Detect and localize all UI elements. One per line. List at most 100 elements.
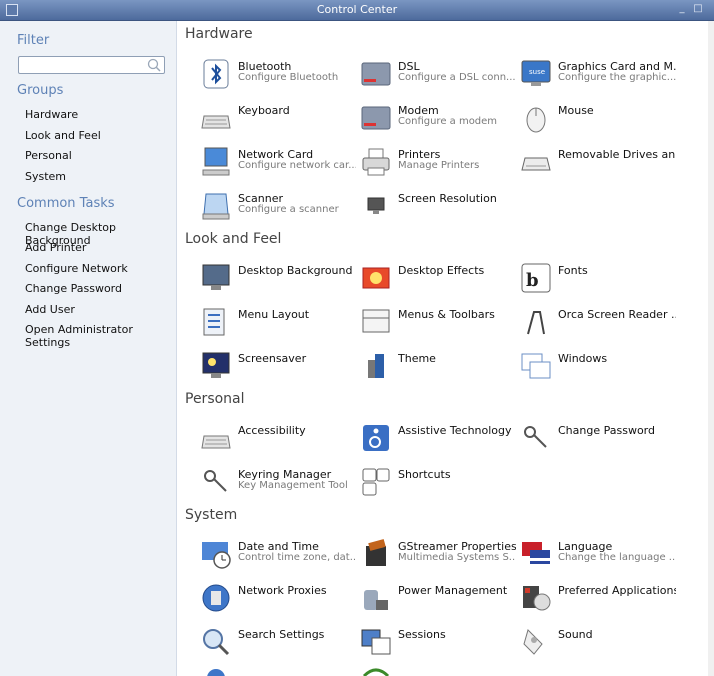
- item-mouse[interactable]: Mouse: [520, 102, 675, 138]
- desktop-background-label: Desktop Background: [238, 264, 353, 277]
- theme-icon: [368, 354, 384, 378]
- mouse-icon: [526, 107, 546, 133]
- filter-input[interactable]: [22, 61, 146, 78]
- item-dsl[interactable]: DSL Configure a DSL conn...: [360, 58, 516, 94]
- menus-toolbars-icon: [362, 309, 390, 333]
- group-hardware[interactable]: Hardware: [25, 108, 78, 121]
- date-time-desc: Control time zone, dat...: [238, 552, 356, 563]
- common-tasks-heading: Common Tasks: [17, 196, 115, 211]
- power-label: Power Management: [398, 584, 508, 597]
- preferred-apps-label: Preferred Applications: [558, 584, 676, 597]
- item-network-proxies[interactable]: Network Proxies: [200, 582, 355, 618]
- removable-label: Removable Drives an...: [558, 148, 676, 161]
- item-desktop-background[interactable]: Desktop Background: [200, 262, 355, 298]
- sessions-label: Sessions: [398, 628, 446, 641]
- minimize-button[interactable]: _: [676, 2, 688, 16]
- task-change-password[interactable]: Change Password: [25, 282, 122, 295]
- main-panel: Hardware Bluetooth Configure Bluetooth D…: [177, 21, 714, 676]
- item-sessions[interactable]: Sessions: [360, 626, 515, 662]
- dsl-modem-icon: [361, 62, 391, 86]
- clock-icon: [202, 542, 231, 569]
- item-preferred-applications[interactable]: Preferred Applications: [520, 582, 676, 618]
- window-titlebar: Control Center _ □: [0, 0, 714, 21]
- desktop-effects-label: Desktop Effects: [398, 264, 485, 277]
- item-menus-toolbars[interactable]: Menus & Toolbars: [360, 306, 515, 342]
- keyring-icon: [204, 470, 227, 492]
- item-search-settings[interactable]: Search Settings: [200, 626, 355, 662]
- search-settings-label: Search Settings: [238, 628, 325, 641]
- item-graphics-card[interactable]: suse Graphics Card and M... Configure th…: [520, 58, 676, 94]
- printers-desc: Manage Printers: [398, 160, 480, 171]
- item-date-and-time[interactable]: Date and Time Control time zone, dat...: [200, 538, 356, 574]
- item-screen-resolution[interactable]: Screen Resolution: [360, 190, 515, 226]
- task-add-printer[interactable]: Add Printer: [25, 241, 86, 254]
- scanner-desc: Configure a scanner: [238, 204, 339, 215]
- magnifier-icon: [203, 629, 230, 656]
- item-bluetooth[interactable]: Bluetooth Configure Bluetooth: [200, 58, 355, 94]
- item-fonts[interactable]: b Fonts: [520, 262, 675, 298]
- partial-user-icon: [207, 669, 225, 676]
- assistive-label: Assistive Technology ...: [398, 424, 516, 437]
- item-desktop-effects[interactable]: Desktop Effects: [360, 262, 515, 298]
- item-sound[interactable]: Sound: [520, 626, 675, 662]
- item-theme[interactable]: Theme: [360, 350, 515, 386]
- mouse-label: Mouse: [558, 104, 594, 117]
- shortcuts-icon: [362, 468, 390, 496]
- groups-heading: Groups: [17, 83, 64, 98]
- fonts-icon: b: [521, 263, 551, 293]
- group-personal[interactable]: Personal: [25, 149, 72, 162]
- group-look-and-feel[interactable]: Look and Feel: [25, 129, 101, 142]
- item-language[interactable]: Language Change the language ...: [520, 538, 676, 574]
- svg-text:b: b: [526, 270, 539, 291]
- item-keyring-manager[interactable]: Keyring Manager Key Management Tool: [200, 466, 355, 502]
- language-desc: Change the language ...: [558, 552, 676, 563]
- section-system: System: [185, 507, 238, 523]
- item-gstreamer[interactable]: GStreamer Properties Multimedia Systems …: [360, 538, 516, 574]
- item-menu-layout[interactable]: Menu Layout: [200, 306, 355, 342]
- item-modem[interactable]: Modem Configure a modem: [360, 102, 515, 138]
- change-password-label: Change Password: [558, 424, 655, 437]
- item-printers[interactable]: Printers Manage Printers: [360, 146, 515, 182]
- keyboard-label: Keyboard: [238, 104, 290, 117]
- shortcuts-label: Shortcuts: [398, 468, 451, 481]
- item-scanner[interactable]: Scanner Configure a scanner: [200, 190, 355, 226]
- item-screensaver[interactable]: Screensaver: [200, 350, 355, 386]
- scrollbar[interactable]: [708, 21, 714, 676]
- bluetooth-icon: [203, 59, 229, 89]
- theme-label: Theme: [398, 352, 436, 365]
- menu-layout-label: Menu Layout: [238, 308, 310, 321]
- section-personal: Personal: [185, 391, 245, 407]
- item-keyboard[interactable]: Keyboard: [200, 102, 355, 138]
- orca-label: Orca Screen Reader ...: [558, 308, 676, 321]
- keyring-desc: Key Management Tool: [238, 480, 348, 491]
- accessibility-label: Accessibility: [238, 424, 306, 437]
- item-windows[interactable]: Windows: [520, 350, 675, 386]
- task-open-admin-settings[interactable]: Open Administrator Settings: [25, 323, 176, 349]
- monitor-icon: suse: [521, 60, 551, 86]
- task-configure-network[interactable]: Configure Network: [25, 262, 128, 275]
- menus-toolbars-label: Menus & Toolbars: [398, 308, 495, 321]
- item-power-management[interactable]: Power Management: [360, 582, 515, 618]
- item-shortcuts[interactable]: Shortcuts: [360, 466, 515, 502]
- menu-layout-icon: [203, 308, 225, 336]
- sound-label: Sound: [558, 628, 593, 641]
- item-network-card[interactable]: Network Card Configure network car...: [200, 146, 356, 182]
- task-add-user[interactable]: Add User: [25, 303, 75, 316]
- group-system[interactable]: System: [25, 170, 66, 183]
- bluetooth-desc: Configure Bluetooth: [238, 72, 339, 83]
- keyboard-icon: [201, 115, 231, 129]
- item-removable-drives[interactable]: Removable Drives an...: [520, 146, 676, 182]
- orca-screen-reader-icon: [527, 311, 545, 335]
- filter-field[interactable]: [18, 56, 165, 78]
- printer-icon: [362, 148, 390, 176]
- search-icon[interactable]: [147, 58, 161, 72]
- item-change-password[interactable]: Change Password: [520, 422, 675, 458]
- item-orca[interactable]: Orca Screen Reader ...: [520, 306, 676, 342]
- item-accessibility[interactable]: Accessibility: [200, 422, 355, 458]
- screensaver-label: Screensaver: [238, 352, 307, 365]
- item-assistive-technology[interactable]: Assistive Technology ...: [360, 422, 516, 458]
- screensaver-icon: [202, 352, 230, 378]
- maximize-button[interactable]: □: [692, 2, 704, 16]
- desktop-effects-icon: [362, 267, 390, 289]
- network-proxies-label: Network Proxies: [238, 584, 327, 597]
